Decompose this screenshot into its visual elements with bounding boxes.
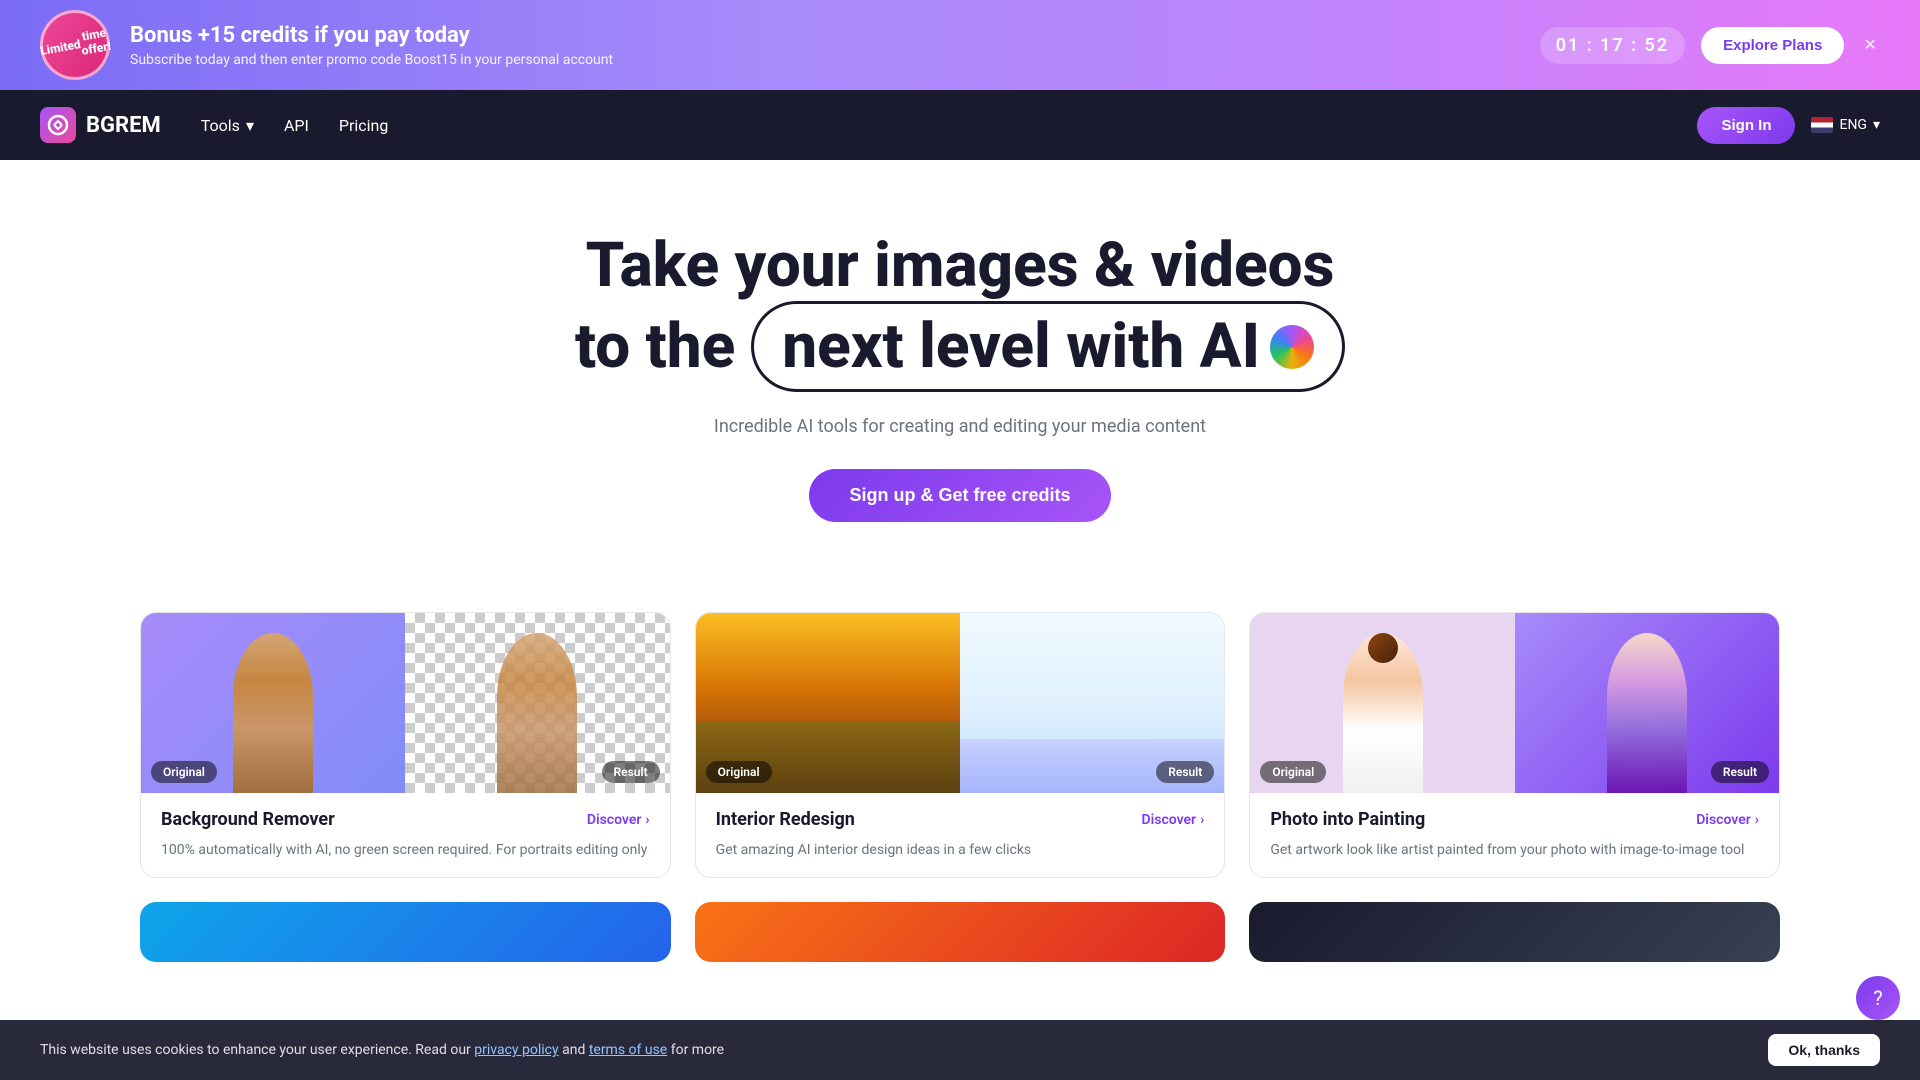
card-bottom-1 <box>140 902 671 962</box>
card-body-interior: Interior Redesign Discover › Get amazing… <box>696 793 1225 877</box>
painting-original: Original <box>1250 613 1514 793</box>
discover-link-interior[interactable]: Discover › <box>1142 812 1205 828</box>
interior-result-label: Result <box>1156 761 1214 783</box>
cards-bottom-row <box>140 902 1780 962</box>
headline2-prefix: to the <box>575 310 735 383</box>
cookie-text: This website uses cookies to enhance you… <box>40 1042 724 1058</box>
nav-tools[interactable]: Tools ▾ <box>201 116 254 135</box>
ai-badge: next level with AI <box>751 301 1345 392</box>
sign-in-button[interactable]: Sign In <box>1697 107 1795 144</box>
question-icon: ? <box>1873 986 1882 1010</box>
lang-chevron-icon: ▾ <box>1873 117 1880 133</box>
card-bottom-2 <box>695 902 1226 962</box>
card-bg-remover: Original Result Background Remover Disco… <box>140 612 671 878</box>
interior-result: Result <box>960 613 1224 793</box>
person-figure-result <box>497 633 577 793</box>
promo-title: Bonus +15 credits if you pay today <box>130 23 613 48</box>
help-bubble[interactable]: ? <box>1856 976 1900 1020</box>
promo-right: 01 : 17 : 52 Explore Plans × <box>1540 27 1880 64</box>
card-painting-image: Original Result <box>1250 613 1779 793</box>
nav-right: Sign In ENG ▾ <box>1697 107 1880 144</box>
logo-svg <box>47 114 69 136</box>
interior-original: Original <box>696 613 960 793</box>
hero-subtitle: Incredible AI tools for creating and edi… <box>40 416 1880 437</box>
arrow-right-icon-2: › <box>1200 812 1204 828</box>
card-desc-bg-remover: 100% automatically with AI, no green scr… <box>161 840 650 861</box>
navbar: BGREM Tools ▾ API Pricing Sign In ENG ▾ <box>0 90 1920 160</box>
card-bottom-3 <box>1249 902 1780 962</box>
card-body-bg-remover: Background Remover Discover › 100% autom… <box>141 793 670 877</box>
result-label: Result <box>602 761 660 783</box>
cookie-banner: This website uses cookies to enhance you… <box>0 1020 1920 1080</box>
logo-icon <box>40 107 76 143</box>
countdown-timer: 01 : 17 : 52 <box>1540 27 1685 64</box>
ai-spinner-icon <box>1270 325 1314 369</box>
card-title-row-interior: Interior Redesign Discover › <box>716 809 1205 830</box>
bg-remover-original: Original <box>141 613 405 793</box>
privacy-policy-link[interactable]: privacy policy <box>474 1042 558 1058</box>
chevron-down-icon: ▾ <box>246 116 254 135</box>
card-desc-interior: Get amazing AI interior design ideas in … <box>716 840 1205 861</box>
promo-left: Limited time offer! Bonus +15 credits if… <box>40 10 613 80</box>
original-label: Original <box>151 761 217 783</box>
interior-original-label: Original <box>706 761 772 783</box>
card-title-row-painting: Photo into Painting Discover › <box>1270 809 1759 830</box>
card-body-painting: Photo into Painting Discover › Get artwo… <box>1250 793 1779 877</box>
flag-icon <box>1811 117 1833 133</box>
card-title-row: Background Remover Discover › <box>161 809 650 830</box>
bg-remover-result: Result <box>405 613 669 793</box>
card-interior: Original Result Interior Redesign Discov… <box>695 612 1226 878</box>
card-title-interior: Interior Redesign <box>716 809 855 830</box>
promo-banner: Limited time offer! Bonus +15 credits if… <box>0 0 1920 90</box>
promo-close-button[interactable]: × <box>1860 30 1880 61</box>
painting-result-label: Result <box>1711 761 1769 783</box>
card-title-bg-remover: Background Remover <box>161 809 335 830</box>
promo-text: Bonus +15 credits if you pay today Subsc… <box>130 23 613 68</box>
cta-signup-button[interactable]: Sign up & Get free credits <box>809 469 1110 522</box>
language-selector[interactable]: ENG ▾ <box>1811 117 1880 133</box>
nav-pricing[interactable]: Pricing <box>339 116 389 135</box>
card-title-painting: Photo into Painting <box>1270 809 1425 830</box>
logo-text: BGREM <box>86 113 161 138</box>
hero-headline2: to the next level with AI <box>40 301 1880 392</box>
nav-api[interactable]: API <box>284 116 309 135</box>
nav-links: Tools ▾ API Pricing <box>201 116 389 135</box>
cards-section: Original Result Background Remover Disco… <box>0 572 1920 992</box>
card-desc-painting: Get artwork look like artist painted fro… <box>1270 840 1759 861</box>
arrow-right-icon-3: › <box>1755 812 1759 828</box>
headline2-highlight: next level with AI <box>782 310 1260 383</box>
person-figure <box>233 633 313 793</box>
arrow-right-icon: › <box>645 812 649 828</box>
discover-link-painting[interactable]: Discover › <box>1696 812 1759 828</box>
promo-subtitle: Subscribe today and then enter promo cod… <box>130 52 613 68</box>
promo-badge: Limited time offer! <box>34 4 115 85</box>
explore-plans-button[interactable]: Explore Plans <box>1701 27 1844 64</box>
cookie-ok-button[interactable]: Ok, thanks <box>1768 1034 1880 1066</box>
painting-original-label: Original <box>1260 761 1326 783</box>
card-interior-image: Original Result <box>696 613 1225 793</box>
card-painting: Original Result Photo into Painting Disc… <box>1249 612 1780 878</box>
painting-result: Result <box>1515 613 1779 793</box>
hero-headline1: Take your images & videos <box>40 230 1880 301</box>
card-bg-remover-image: Original Result <box>141 613 670 793</box>
logo[interactable]: BGREM <box>40 107 161 143</box>
nav-left: BGREM Tools ▾ API Pricing <box>40 107 388 143</box>
hero-section: Take your images & videos to the next le… <box>0 160 1920 572</box>
terms-of-use-link[interactable]: terms of use <box>589 1042 667 1058</box>
discover-link-bg-remover[interactable]: Discover › <box>587 812 650 828</box>
cards-grid: Original Result Background Remover Disco… <box>140 612 1780 878</box>
